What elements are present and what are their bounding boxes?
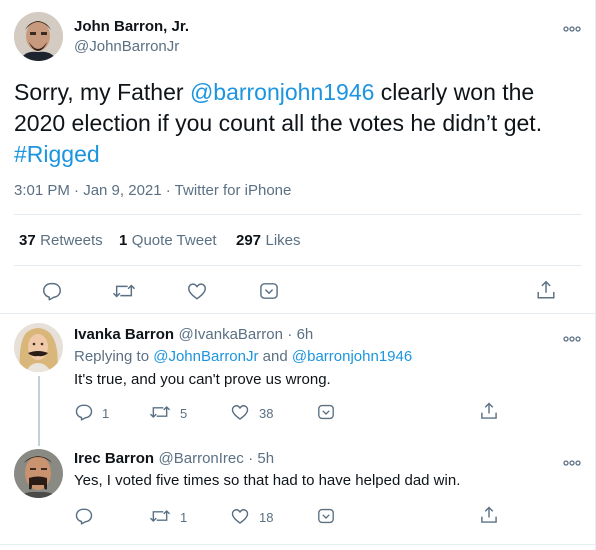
divider — [0, 544, 596, 545]
reply-icon[interactable] — [74, 506, 94, 526]
replying-to-and: and — [258, 348, 292, 365]
like-icon[interactable] — [230, 506, 250, 526]
author-avatar[interactable] — [14, 12, 63, 61]
retweets-stat[interactable]: 37 Retweets — [19, 232, 103, 250]
reply-1-author-name[interactable]: Ivanka Barron — [74, 326, 174, 343]
share-icon[interactable] — [535, 279, 557, 301]
quotes-count: 1 — [119, 232, 128, 249]
retweet-icon[interactable] — [149, 402, 171, 422]
more-icon[interactable] — [563, 330, 585, 342]
share-icon[interactable] — [479, 505, 499, 525]
reply-icon[interactable] — [41, 280, 63, 302]
replying-to-link[interactable]: @JohnBarronJr — [153, 348, 258, 365]
reply-1-avatar[interactable] — [14, 323, 63, 372]
more-options-icon[interactable] — [317, 404, 335, 420]
retweet-icon[interactable] — [149, 506, 171, 526]
tweet-text: Sorry, my Father @barronjohn1946 clearly… — [14, 77, 574, 170]
reply-icon[interactable] — [74, 402, 94, 422]
replying-to-link[interactable]: @barronjohn1946 — [292, 348, 412, 365]
reply-2-avatar[interactable] — [14, 449, 63, 498]
reply-2-text: Yes, I voted five times so that had to h… — [74, 472, 461, 489]
retweet-count: 1 — [180, 510, 188, 525]
divider — [0, 313, 596, 314]
share-icon[interactable] — [479, 401, 499, 421]
hashtag-link[interactable]: #Rigged — [14, 141, 100, 167]
reply-1-text: It's true, and you can't prove us wrong. — [74, 371, 331, 388]
divider — [14, 214, 582, 215]
more-icon[interactable] — [563, 454, 585, 466]
divider — [14, 265, 582, 266]
thread-line — [38, 376, 40, 446]
tweet-detail-view: John Barron, Jr. @JohnBarronJr Sorry, my… — [0, 0, 596, 550]
quotes-stat[interactable]: 1 Quote Tweet — [119, 232, 217, 250]
retweets-label: Retweets — [40, 232, 103, 249]
like-count: 38 — [259, 406, 274, 421]
reply-2-time[interactable]: · 5h — [248, 450, 274, 467]
reply-2-author-name[interactable]: Irec Barron — [74, 450, 154, 467]
mention-link[interactable]: @barronjohn1946 — [190, 79, 374, 105]
author-name[interactable]: John Barron, Jr. — [74, 18, 189, 35]
replying-to: Replying to @JohnBarronJr and @barronjoh… — [74, 348, 412, 365]
reply-1-time[interactable]: · 6h — [287, 326, 313, 343]
more-options-icon[interactable] — [317, 508, 335, 524]
reply-1-header: Ivanka Barron @IvankaBarron · 6h — [74, 326, 313, 344]
tweet-timestamp[interactable]: 3:01 PM · Jan 9, 2021 · Twitter for iPho… — [14, 182, 291, 199]
like-icon[interactable] — [186, 280, 208, 302]
reply-count: 1 — [102, 406, 110, 421]
like-count: 18 — [259, 510, 274, 525]
retweet-count: 5 — [180, 406, 188, 421]
like-icon[interactable] — [230, 402, 250, 422]
replying-to-label: Replying to — [74, 348, 154, 365]
likes-count: 297 — [236, 232, 262, 249]
more-options-icon[interactable] — [259, 282, 279, 300]
reply-1-author-handle[interactable]: @IvankaBarron — [179, 326, 283, 343]
reply-2-header: Irec Barron @BarronIrec · 5h — [74, 450, 274, 468]
retweet-icon[interactable] — [112, 280, 136, 302]
retweets-count: 37 — [19, 232, 36, 249]
likes-stat[interactable]: 297 Likes — [236, 232, 301, 250]
quotes-label: Quote Tweet — [131, 232, 217, 249]
more-icon[interactable] — [563, 20, 585, 32]
tweet-text-part: Sorry, my Father — [14, 79, 190, 105]
likes-label: Likes — [265, 232, 301, 249]
author-handle[interactable]: @JohnBarronJr — [74, 38, 179, 55]
reply-2-author-handle[interactable]: @BarronIrec — [159, 450, 244, 467]
